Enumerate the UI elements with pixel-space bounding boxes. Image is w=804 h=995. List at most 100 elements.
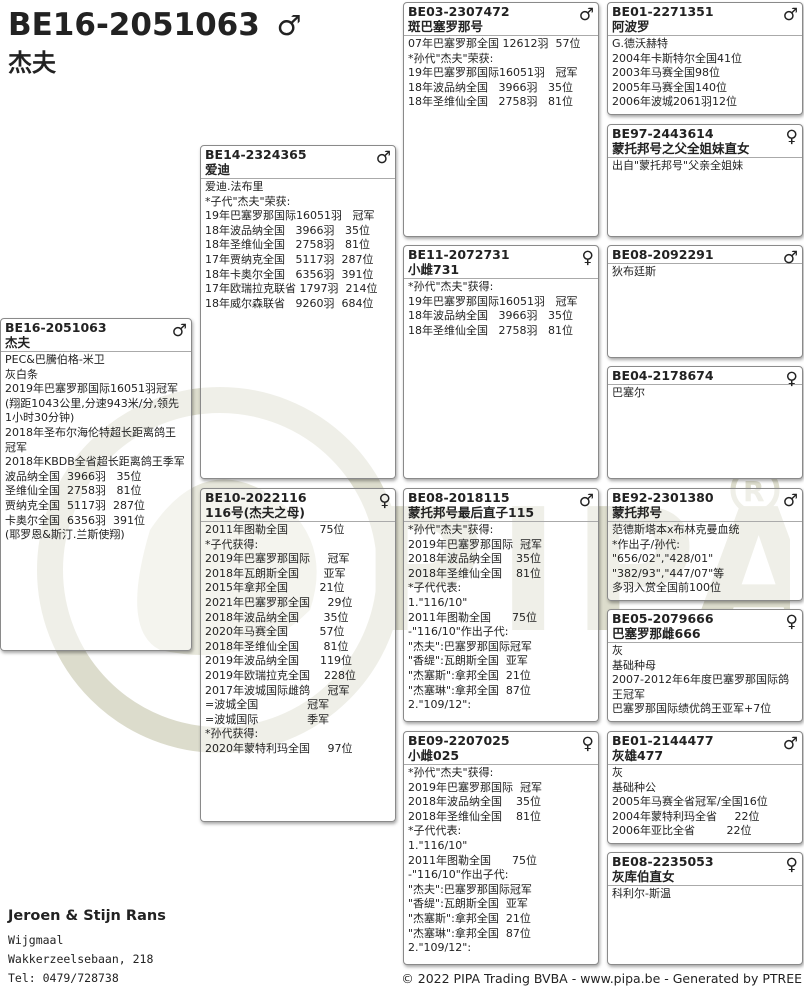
card-header: BE01-2271351 阿波罗 ♂	[608, 3, 802, 36]
card-header: BE01-2144477 灰雄477 ♂	[608, 732, 802, 765]
result-line: 2018年圣布尔海伦特超长距离鸽王	[5, 425, 176, 439]
card-header: BE04-2178674 ♀	[608, 367, 802, 388]
result-line: *子代获得:	[205, 537, 259, 551]
ring-number: BE01-2144477	[612, 733, 714, 748]
male-icon: ♂	[276, 9, 302, 42]
female-icon: ♀	[785, 612, 798, 632]
result-line: 灰	[612, 766, 623, 779]
pigeon-name: 蒙托邦号	[612, 505, 663, 520]
card-body: 爱迪.法布里 *子代"杰夫"荣获: 19年巴塞罗那国际16051羽 冠军 18年波品纳…	[201, 179, 395, 312]
result-line: 2015年拿邦全国 21位	[205, 581, 345, 595]
card-sds: BE08-2092291 ♂ 狄布廷斯	[607, 245, 803, 358]
ring-number: BE09-2207025	[408, 733, 510, 748]
result-line: *子代代表:	[408, 824, 462, 838]
result-line: 2003年马赛全国98位	[612, 66, 720, 80]
card-dss: BE92-2301380 蒙托邦号 ♂ 范德斯塔本x布林克曼血统 *作出子/孙代: "65…	[607, 488, 803, 601]
result-line: 巴塞罗那国际绩优鸽王亚军+7位	[612, 702, 772, 716]
result-line: *子代代表:	[408, 581, 462, 595]
result-line: "杰塞琳":拿邦全国 87位	[408, 683, 531, 697]
result-line: *孙代"杰夫"获得:	[408, 523, 494, 536]
result-line: 基础种公	[612, 780, 656, 794]
result-line: 2."109/12":	[408, 941, 472, 955]
result-line: "杰夫":巴塞罗那国际冠军	[408, 639, 532, 653]
card-header: BE09-2207025 小雌025 ♀	[404, 732, 598, 765]
ring-number: BE14-2324365	[205, 147, 307, 162]
ring-number: BE16-2051063	[5, 320, 107, 335]
result-line: 17年欧瑞拉克联省 1797羽 214位	[205, 282, 378, 296]
pigeon-name: 小雌025	[408, 748, 460, 763]
result-line: *孙代"杰夫"获得:	[408, 766, 494, 779]
card-body: 巴塞尔	[608, 385, 802, 402]
result-line: "杰塞斯":拿邦全国 21位	[408, 911, 531, 925]
result-line: 17年贾纳克全国 5117羽 287位	[205, 252, 374, 266]
result-line: *孙代获得:	[205, 727, 259, 741]
female-icon: ♀	[378, 491, 391, 511]
card-body: *孙代"杰夫"获得: 19年巴塞罗那国际16051羽 冠军 18年波品纳全国 396…	[404, 279, 598, 339]
result-line: "香缇":瓦朗斯全国 亚军	[408, 654, 528, 668]
result-line: 2018年瓦朗斯全国 亚军	[205, 566, 346, 580]
result-line: *孙代"杰夫"获得:	[408, 280, 494, 293]
result-line: 灰白条	[5, 367, 38, 381]
card-header: BE08-2018115 蒙托邦号最后直子115 ♂	[404, 489, 598, 522]
ring-number: BE03-2307472	[408, 4, 510, 19]
breeder-phone: Tel: 0479/728738	[8, 971, 119, 985]
result-line: 18年圣维仙全国 2758羽 81位	[205, 238, 370, 252]
result-line: "杰塞琳":拿邦全国 87位	[408, 926, 531, 940]
result-line: *子代"杰夫"荣获:	[205, 194, 291, 208]
card-sire-sire: BE03-2307472 斑巴塞罗那号 ♂ 07年巴塞罗那全国 12612羽 57位 *…	[403, 2, 599, 237]
result-line: 多羽入赏全国前100位	[612, 581, 721, 595]
result-line: 王冠军	[612, 687, 645, 701]
result-line: 波品纳全国 3966羽 35位	[5, 469, 142, 483]
footer-copyright: © 2022 PIPA Trading BVBA - www.pipa.be -…	[401, 971, 802, 986]
male-icon: ♂	[578, 5, 594, 25]
card-body: 狄布廷斯	[608, 264, 802, 281]
page-subtitle: 杰夫	[8, 49, 56, 77]
result-line: 18年威尔森联省 9260羽 684位	[205, 296, 374, 310]
result-line: 2004年卡斯特尔全国41位	[612, 51, 742, 65]
result-line: 2019年巴塞罗那国际 冠军	[408, 537, 542, 551]
result-line: 2021年巴塞罗那全国 29位	[205, 595, 353, 609]
ring-number: BE92-2301380	[612, 490, 714, 505]
result-line: 2020年蒙特利玛全国 97位	[205, 741, 353, 755]
result-line: 范德斯塔本x布林克曼血统	[612, 523, 740, 536]
ring-number: BE08-2018115	[408, 490, 510, 505]
result-line: 2018年圣维仙全国 81位	[408, 566, 541, 580]
card-body: 科利尔-斯温	[608, 886, 802, 903]
male-icon: ♂	[782, 734, 798, 754]
card-dam: BE10-2022116 116号(杰夫之母) ♀ 2011年图勒全国 75位 *子代获…	[200, 488, 396, 822]
result-line: "656/02","428/01"	[612, 552, 714, 566]
card-body: G.德沃赫特 2004年卡斯特尔全国41位 2003年马赛全国98位 2005年马赛全…	[608, 36, 802, 111]
pigeon-name: 小雌731	[408, 262, 460, 277]
result-line: 2005年马赛全国140位	[612, 80, 727, 94]
result-line: =波城全国 冠军	[205, 698, 330, 712]
result-line: 19年巴塞罗那国际16051羽 冠军	[408, 66, 578, 80]
result-line: 2018年波品纳全国 35位	[408, 552, 541, 566]
pigeon-name: 灰库伯直女	[612, 869, 675, 884]
card-header: BE03-2307472 斑巴塞罗那号 ♂	[404, 3, 598, 36]
result-line: 爱迪.法布里	[205, 180, 264, 193]
result-line: 18年波品纳全国 3966羽 35位	[205, 223, 370, 237]
card-body: 灰基础种母 2007-2012年6年度巴塞罗那国际鸽 王冠军 巴塞罗那国际绩优鸽王亚军…	[608, 643, 802, 718]
breeder-street: Wakkerzeelsebaan, 218	[8, 952, 154, 966]
result-line: 卡奥尔全国 6356羽 391位	[5, 513, 145, 527]
result-line: =波城国际 季军	[205, 712, 330, 726]
card-sire: BE14-2324365 爱迪 ♂ 爱迪.法布里 *子代"杰夫"荣获: 19年巴塞罗那国际…	[200, 145, 396, 479]
result-line: 灰	[612, 644, 623, 657]
card-header: BE08-2092291 ♂	[608, 246, 802, 267]
result-line: 冠军	[5, 440, 27, 454]
male-icon: ♂	[578, 491, 594, 511]
male-icon: ♂	[782, 491, 798, 511]
title-ring: BE16-2051063	[8, 7, 260, 43]
result-line: 2018年波品纳全国 35位	[205, 610, 349, 624]
pigeon-name: 灰雄477	[612, 748, 664, 763]
result-line: 2018年圣维仙全国 81位	[408, 809, 541, 823]
result-line: 2019年巴塞罗那国际 冠军	[408, 780, 542, 794]
card-sss: BE01-2271351 阿波罗 ♂ G.德沃赫特 2004年卡斯特尔全国41位 2003…	[607, 2, 803, 115]
result-line: 巴塞尔	[612, 386, 645, 399]
result-line: 2011年图勒全国 75位	[408, 610, 537, 624]
result-line: 2004年蒙特利玛全省 22位	[612, 809, 760, 823]
result-line: 18年波品纳全国 3966羽 35位	[408, 309, 573, 323]
pigeon-name: 爱迪	[205, 162, 231, 177]
result-line: 1."116/10"	[408, 838, 468, 852]
result-line: *作出子/孙代:	[612, 537, 680, 551]
